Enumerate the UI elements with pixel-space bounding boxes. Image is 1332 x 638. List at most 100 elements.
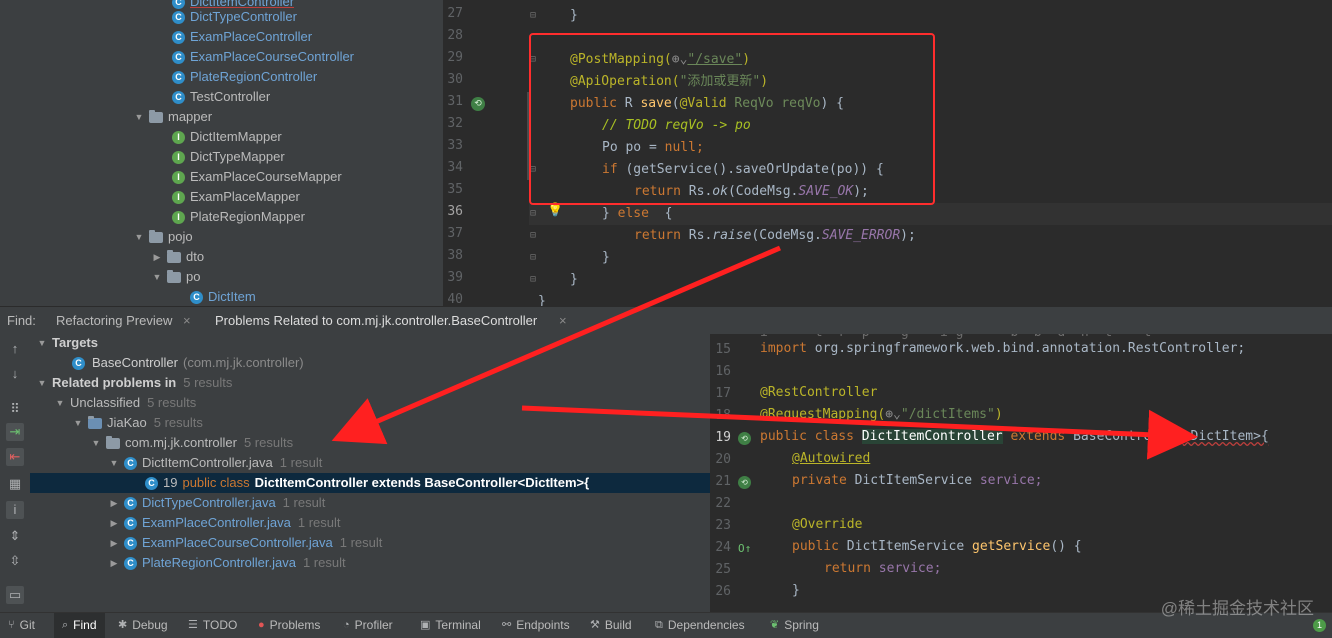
tree-node-package[interactable]: ▼ com.mj.jk.controller 5 results — [90, 433, 294, 453]
status-profiler[interactable]: ◔ Profiler — [343, 613, 393, 638]
line-number: 28 — [447, 28, 463, 43]
chevron-down-icon[interactable]: ▼ — [108, 453, 120, 473]
status-endpoints[interactable]: ⚯ Endpoints — [502, 613, 570, 638]
chevron-down-icon[interactable]: ▼ — [72, 413, 84, 433]
tree-item-plateregionmapper[interactable]: I PlateRegionMapper — [172, 207, 305, 227]
tree-folder-pojo[interactable]: ▼ pojo — [133, 227, 193, 247]
interface-icon: I — [172, 210, 185, 224]
arrow-down-icon[interactable]: ↓ — [6, 365, 24, 383]
status-find[interactable]: ⌕ Find — [54, 613, 105, 638]
tree-node-usage[interactable]: C 19 public class DictItemController ext… — [145, 473, 589, 493]
fold-icon[interactable]: ⊟ — [530, 208, 536, 219]
autowired-icon[interactable]: ⟲ — [738, 476, 751, 489]
code-line-21: private DictItemService service; — [792, 473, 1043, 488]
module-icon — [88, 415, 102, 429]
status-problems[interactable]: ● Problems — [258, 613, 320, 638]
tree-node-file[interactable]: ▶ C ExamPlaceController.java 1 result — [108, 513, 341, 533]
collapse-all-icon[interactable]: ⇳ — [6, 552, 24, 570]
close-icon[interactable]: × — [183, 307, 191, 334]
package-icon[interactable]: ▦ — [6, 475, 24, 493]
export-icon[interactable]: ⇤ — [6, 448, 24, 466]
tree-node-file[interactable]: ▶ C ExamPlaceCourseController.java 1 res… — [108, 533, 383, 553]
fold-icon[interactable]: ⊟ — [530, 230, 536, 241]
find-toolbar: Find: Refactoring Preview × Problems Rel… — [0, 306, 1332, 335]
navigate-icon[interactable]: ⇥ — [6, 423, 24, 441]
fold-icon[interactable]: ⊟ — [530, 252, 536, 263]
notification-badge[interactable]: 1 — [1313, 613, 1326, 638]
tree-folder-mapper[interactable]: ▼ mapper — [133, 107, 213, 127]
tree-item-examplacecontroller[interactable]: C ExamPlaceController — [172, 27, 312, 47]
chevron-down-icon[interactable]: ▼ — [90, 433, 102, 453]
tab-refactoring-preview[interactable]: Refactoring Preview — [56, 307, 172, 334]
tree-item-testcontroller[interactable]: C TestController — [172, 87, 270, 107]
tree-item-dictitemmapper[interactable]: I DictItemMapper — [172, 127, 282, 147]
status-todo[interactable]: ☰ TODO — [188, 613, 237, 638]
tree-folder-po[interactable]: ▼ po — [151, 267, 201, 287]
tree-item-plateregioncontroller[interactable]: C PlateRegionController — [172, 67, 317, 87]
chevron-right-icon[interactable]: ▶ — [108, 553, 120, 573]
status-dependencies[interactable]: ⧉ Dependencies — [655, 613, 745, 638]
line-number: 34 — [447, 160, 463, 175]
chevron-right-icon[interactable]: ▶ — [151, 247, 163, 267]
tab-problems-related[interactable]: Problems Related to com.mj.jk.controller… — [215, 307, 537, 334]
interface-icon: I — [172, 130, 185, 144]
group-icon[interactable]: ⠿ — [6, 400, 24, 418]
chevron-down-icon[interactable]: ▼ — [36, 373, 48, 393]
fold-icon[interactable]: ⊟ — [530, 274, 536, 285]
tree-node-base-controller[interactable]: C BaseController (com.mj.jk.controller) — [72, 353, 304, 373]
web-link-icon[interactable]: ⊕⌄ — [885, 407, 901, 422]
class-icon: C — [124, 536, 137, 550]
tree-node-related[interactable]: ▼ Related problems in 5 results — [36, 373, 233, 393]
line-number: 38 — [447, 248, 463, 263]
code-line-40: } — [538, 294, 546, 306]
bottom-code-editor[interactable]: 15 16 17 18 19 20 21 22 23 24 25 26 ⟲ ⟲ … — [710, 334, 1332, 612]
chevron-down-icon[interactable]: ▼ — [151, 267, 163, 287]
tree-node-unclassified[interactable]: ▼ Unclassified 5 results — [54, 393, 197, 413]
class-icon: C — [124, 556, 137, 570]
tree-node-file[interactable]: ▼ C DictItemController.java 1 result — [108, 453, 323, 473]
bean-run-icon[interactable]: ⟲ — [471, 97, 485, 111]
chevron-right-icon[interactable]: ▶ — [108, 493, 120, 513]
chevron-down-icon[interactable]: ▼ — [36, 334, 48, 353]
chevron-right-icon[interactable]: ▶ — [108, 533, 120, 553]
status-git[interactable]: ⑂ Git — [8, 613, 35, 638]
line-number: 20 — [715, 452, 731, 467]
code-line-20: @Autowired — [792, 451, 871, 466]
tree-item-dicttypemapper[interactable]: I DictTypeMapper — [172, 147, 285, 167]
status-bar: ⑂ Git ⌕ Find ✱ Debug ☰ TODO ● Problems ◔ Profi… — [0, 612, 1332, 638]
lightbulb-icon[interactable]: 💡 — [547, 203, 563, 218]
line-number: 25 — [715, 562, 731, 577]
tree-node-module[interactable]: ▼ JiaKao 5 results — [72, 413, 203, 433]
chevron-down-icon[interactable]: ▼ — [54, 393, 66, 413]
status-terminal[interactable]: ▣ Terminal — [420, 613, 481, 638]
status-build[interactable]: ⚒ Build — [590, 613, 632, 638]
tree-item-dicttypecontroller[interactable]: C DictTypeController — [172, 7, 297, 27]
preview-icon[interactable]: ▭ — [6, 586, 24, 604]
tree-folder-dto[interactable]: ▶ dto — [151, 247, 205, 267]
line-number: 18 — [715, 408, 731, 423]
tree-item-examplacemapper[interactable]: I ExamPlaceMapper — [172, 187, 300, 207]
status-spring[interactable]: ❦ Spring — [770, 613, 819, 638]
chevron-down-icon[interactable]: ▼ — [133, 107, 145, 127]
info-icon[interactable]: i — [6, 501, 24, 519]
tree-node-targets[interactable]: ▼ Targets — [36, 334, 98, 353]
arrow-up-icon[interactable]: ↑ — [6, 340, 24, 358]
fold-icon[interactable]: ⊟ — [530, 10, 536, 21]
expand-all-icon[interactable]: ⇕ — [6, 527, 24, 545]
override-icon[interactable]: O↑ — [738, 542, 751, 555]
tree-node-file[interactable]: ▶ C PlateRegionController.java 1 result — [108, 553, 346, 573]
close-icon[interactable]: × — [559, 307, 567, 334]
chevron-down-icon[interactable]: ▼ — [133, 227, 145, 247]
tree-item-dictitem[interactable]: C DictItem — [190, 287, 256, 306]
status-debug[interactable]: ✱ Debug — [118, 613, 168, 638]
line-number: 39 — [447, 270, 463, 285]
tree-item-examplacecoursecontroller[interactable]: C ExamPlaceCourseController — [172, 47, 354, 67]
list-icon: ☰ — [188, 619, 198, 631]
watermark: @稀土掘金技术社区 — [1160, 599, 1314, 618]
top-code-editor[interactable]: 27 28 29 30 31 32 33 34 35 36 37 38 39 4… — [443, 0, 1332, 306]
tree-item-examplacecoursemapper[interactable]: I ExamPlaceCourseMapper — [172, 167, 342, 187]
chevron-right-icon[interactable]: ▶ — [108, 513, 120, 533]
bean-icon[interactable]: ⟲ — [738, 432, 751, 445]
folder-icon — [149, 109, 163, 123]
tree-node-file[interactable]: ▶ C DictTypeController.java 1 result — [108, 493, 326, 513]
